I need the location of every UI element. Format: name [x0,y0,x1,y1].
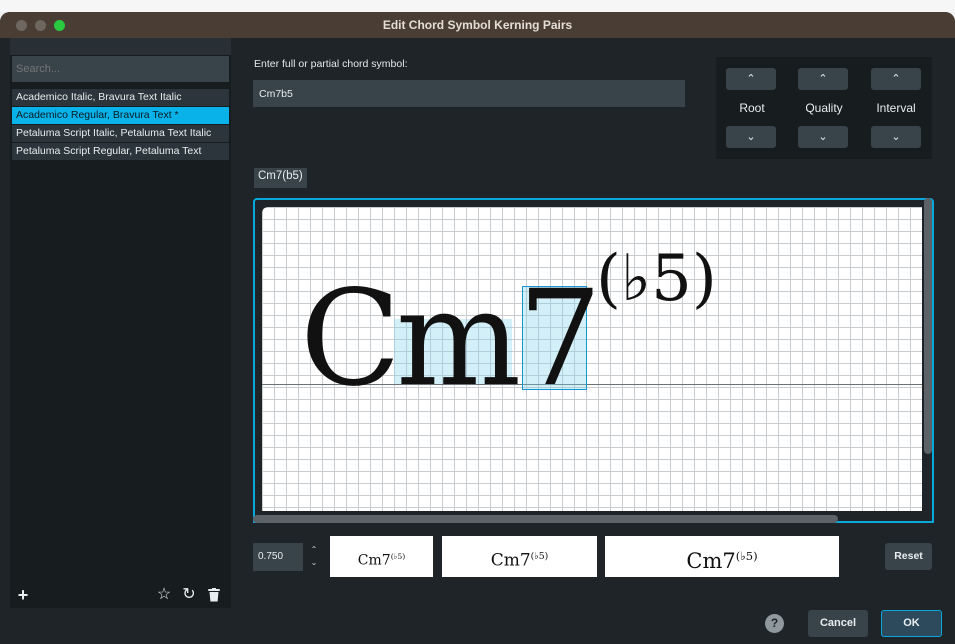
font-search-input[interactable] [12,56,229,82]
chevron-down-icon: ⌄ [818,131,828,143]
sample-sup: (♭5) [735,549,758,563]
root-label: Root [739,101,765,115]
horizontal-scrollbar[interactable] [253,515,838,523]
vertical-scrollbar[interactable] [924,198,932,454]
preview-size-field[interactable]: 0.750 [253,543,303,571]
sample-base: Cm7 [357,552,391,569]
quality-up-button[interactable]: ⌃ [798,68,848,90]
sample-base: Cm7 [490,550,531,571]
sample-base: Cm7 [686,549,736,574]
ok-button[interactable]: OK [881,610,942,637]
root-up-button[interactable]: ⌃ [726,68,776,90]
font-sidebar: Academico Italic, Bravura Text Italic Ac… [10,38,231,608]
chevron-up-icon: ⌃ [891,73,901,85]
chevron-down-icon: ⌄ [891,131,901,143]
zoom-window-button[interactable] [54,20,65,31]
cancel-button[interactable]: Cancel [808,610,868,637]
interval-glyph[interactable]: 7 [518,273,602,405]
trash-icon[interactable] [203,584,225,606]
quality-glyph[interactable]: m [396,273,521,405]
quality-down-button[interactable]: ⌄ [798,126,848,148]
sidebar-toolbar: + ☆ ↻ [10,582,231,608]
add-icon[interactable]: + [12,584,34,606]
preview-sample-small: Cm7(♭5) [330,536,433,577]
chord-symbol-input[interactable] [253,80,685,107]
help-icon[interactable]: ? [765,614,784,633]
sidebar-header [10,38,231,55]
chord-preview-tag: Cm7(b5) [254,168,307,188]
chevron-up-icon[interactable]: ⌃ [306,543,322,556]
dialog-title: Edit Chord Symbol Kerning Pairs [382,18,573,32]
sample-sup: (♭5) [530,551,549,562]
chevron-down-icon[interactable]: ⌄ [306,556,322,569]
kerning-grid[interactable]: C m 7 (♭5) [262,207,922,511]
component-stepper-panel: ⌃ ⌃ ⌃ Root Quality Interval ⌄ ⌄ ⌄ [716,57,932,159]
kerning-canvas[interactable]: C m 7 (♭5) [253,198,934,523]
revert-icon[interactable]: ↻ [178,584,200,606]
sample-sup: (♭5) [390,552,406,561]
minimize-window-button[interactable] [35,20,46,31]
desktop-background [0,0,955,12]
size-stepper[interactable]: ⌃ ⌄ [306,543,322,571]
chevron-down-icon: ⌄ [746,131,756,143]
font-list-item-selected[interactable]: Academico Regular, Bravura Text * [12,107,229,124]
root-down-button[interactable]: ⌄ [726,126,776,148]
interval-label: Interval [876,101,916,115]
reset-button[interactable]: Reset [885,543,932,570]
chevron-up-icon: ⌃ [818,73,828,85]
chord-input-label: Enter full or partial chord symbol: [254,58,408,70]
font-list-item[interactable]: Academico Italic, Bravura Text Italic [12,89,229,106]
preview-sample-large: Cm7(♭5) [605,536,839,577]
interval-up-button[interactable]: ⌃ [871,68,921,90]
font-list-item[interactable]: Petaluma Script Regular, Petaluma Text [12,143,229,160]
preview-sample-medium: Cm7(♭5) [442,536,597,577]
quality-label: Quality [805,101,843,115]
star-icon[interactable]: ☆ [153,584,175,606]
font-list-item[interactable]: Petaluma Script Italic, Petaluma Text It… [12,125,229,142]
chevron-up-icon: ⌃ [746,73,756,85]
root-glyph[interactable]: C [300,273,401,405]
alteration-glyph[interactable]: (♭5) [596,247,717,311]
interval-down-button[interactable]: ⌄ [871,126,921,148]
font-list: Academico Italic, Bravura Text Italic Ac… [12,89,229,161]
close-window-button[interactable] [16,20,27,31]
titlebar[interactable]: Edit Chord Symbol Kerning Pairs [0,12,955,38]
